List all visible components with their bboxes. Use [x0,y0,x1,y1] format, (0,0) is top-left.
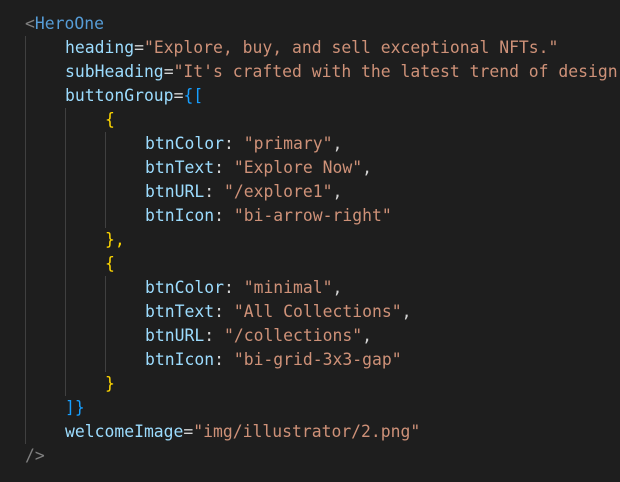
object-open: { [105,110,115,129]
tag-bracket: < [25,14,35,33]
equals-sign: = [163,62,174,81]
subheading-value: "It's crafted with the latest trend of d… [173,62,618,81]
indent-guide [25,36,26,444]
key-btntext: btnText [145,302,215,321]
comma: , [332,278,343,297]
code-line: btnURL: "/collections", [145,324,372,348]
value-btncolor: "primary" [243,134,333,153]
code-editor[interactable]: <HeroOne heading="Explore, buy, and sell… [0,0,620,482]
value-btncolor: "minimal" [243,278,333,297]
object-close: } [105,374,115,393]
colon: : [223,134,234,153]
colon: : [223,278,234,297]
welcomeimage-value: "img/illustrator/2.png" [193,422,421,441]
equals-sign: = [173,86,184,105]
indent-guide [105,132,106,228]
value-btnicon: "bi-grid-3x3-gap" [233,350,402,369]
code-line: { [105,108,115,132]
comma: , [332,134,343,153]
code-line: }, [105,228,125,252]
key-btncolor: btnColor [145,134,224,153]
heading-value: "Explore, buy, and sell exceptional NFTs… [143,38,559,57]
welcomeimage-attr: welcomeImage [65,422,184,441]
equals-sign: = [134,38,144,57]
comma: , [362,158,372,177]
object-close: }, [105,230,125,249]
colon: : [214,206,224,225]
code-line: { [105,252,115,276]
value-btntext: "Explore Now" [233,158,363,177]
indent-guide [65,108,66,396]
tag-self-close: /> [25,446,45,465]
indent-guide [105,276,106,372]
heading-attr: heading [65,38,135,57]
comma: , [332,182,343,201]
comma: , [401,302,412,321]
code-line: btnIcon: "bi-arrow-right" [145,204,392,228]
code-line: btnText: "All Collections", [145,300,411,324]
code-line: btnURL: "/explore1", [145,180,342,204]
code-line: } [105,372,115,396]
buttongroup-open: {[ [183,86,204,105]
value-btntext: "All Collections" [233,302,402,321]
code-line: btnColor: "minimal", [145,276,342,300]
key-btncolor: btnColor [145,278,224,297]
object-open: { [105,254,115,273]
key-btnurl: btnURL [145,326,205,345]
code-line: btnColor: "primary", [145,132,342,156]
value-btnurl: "/explore1" [223,182,333,201]
value-btnurl: "/collections" [223,326,363,345]
code-line: ]} [65,396,85,420]
comma: , [362,326,372,345]
code-line: /> [25,444,45,468]
key-btntext: btnText [145,158,215,177]
code-line: btnIcon: "bi-grid-3x3-gap" [145,348,402,372]
colon: : [204,182,215,201]
colon: : [214,158,224,177]
colon: : [204,326,215,345]
colon: : [214,302,224,321]
value-btnicon: "bi-arrow-right" [233,206,392,225]
code-line: welcomeImage="img/illustrator/2.png" [65,420,420,444]
key-btnicon: btnIcon [145,350,215,369]
key-btnicon: btnIcon [145,206,215,225]
code-line: buttonGroup={[ [65,84,203,108]
buttongroup-close: ]} [65,398,85,417]
code-line: btnText: "Explore Now", [145,156,372,180]
code-line: subHeading="It's crafted with the latest… [65,60,618,84]
key-btnurl: btnURL [145,182,205,201]
component-name: HeroOne [34,14,104,33]
colon: : [214,350,224,369]
subheading-attr: subHeading [65,62,164,81]
equals-sign: = [183,422,194,441]
code-line: <HeroOne [25,12,104,36]
buttongroup-attr: buttonGroup [65,86,174,105]
code-line: heading="Explore, buy, and sell exceptio… [65,36,558,60]
